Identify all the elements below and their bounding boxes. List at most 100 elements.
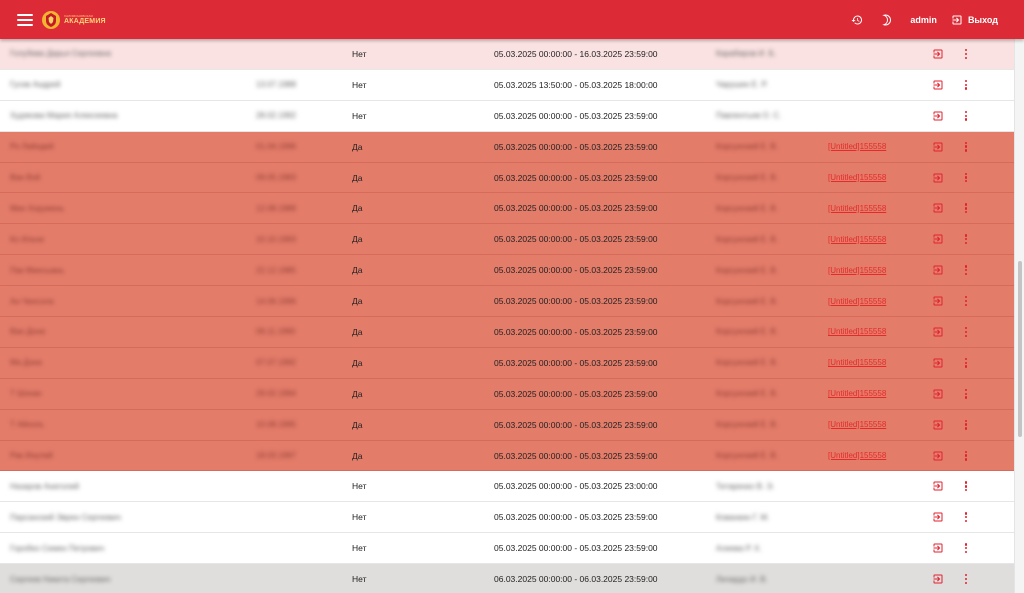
operator-name: Корсунский Е. В.	[716, 327, 778, 337]
document-link[interactable]: [Untitled]155558	[828, 420, 886, 429]
enter-icon[interactable]	[932, 264, 944, 276]
more-vert-icon[interactable]	[963, 326, 969, 338]
table-row[interactable]: Парсанский Эврен Сергеевич Нет 05.03.2025 …	[0, 502, 1014, 534]
visit-period: 05.03.2025 13:50:00 - 05.03.2025 18:00:0…	[494, 79, 658, 90]
enter-icon[interactable]	[932, 419, 944, 431]
student-name: Ко Ильчи	[10, 234, 45, 244]
table-row[interactable]: Ван Дона 09.11.1990 Да 05.03.2025 00:00:00 …	[0, 317, 1014, 348]
student-name: Ван Вэй	[10, 173, 41, 182]
enter-icon[interactable]	[932, 326, 944, 338]
visit-period: 05.03.2025 00:00:00 - 16.03.2025 23:59:0…	[494, 48, 658, 59]
logout-button[interactable]: Выход	[951, 14, 998, 26]
more-vert-icon[interactable]	[963, 357, 969, 369]
academy-logo[interactable]: ХАЛИМОНОВСКАЯ АКАДЕМИЯ	[41, 9, 106, 31]
table-row[interactable]: Сергеев Никита Сергеевич Нет 06.03.2025 00…	[0, 564, 1014, 593]
foreign-flag: Да	[352, 172, 363, 183]
enter-icon[interactable]	[932, 233, 944, 245]
foreign-flag: Да	[352, 265, 363, 276]
moon-icon[interactable]	[880, 13, 894, 27]
enter-icon[interactable]	[932, 450, 944, 462]
more-vert-icon[interactable]	[963, 480, 969, 492]
current-user[interactable]: admin	[910, 15, 937, 25]
more-vert-icon[interactable]	[963, 110, 969, 122]
more-vert-icon[interactable]	[963, 450, 969, 462]
student-name: Сергеев Никита Сергеевич	[10, 574, 111, 584]
table-row[interactable]: Т Айхоль 10.08.1995 Да 05.03.2025 00:00:00 …	[0, 409, 1014, 441]
document-link[interactable]: [Untitled]155558	[828, 389, 886, 398]
more-vert-icon[interactable]	[963, 419, 969, 431]
visit-period: 05.03.2025 00:00:00 - 05.03.2025 23:59:0…	[494, 265, 658, 276]
more-vert-icon[interactable]	[963, 573, 969, 585]
more-vert-icon[interactable]	[963, 542, 969, 554]
more-vert-icon[interactable]	[963, 202, 969, 214]
operator-name: Карабиров И. Б.	[716, 49, 777, 59]
visit-period: 05.03.2025 00:00:00 - 05.03.2025 23:59:0…	[494, 234, 658, 245]
document-link[interactable]: [Untitled]155558	[828, 327, 886, 336]
table-row[interactable]: Ма Дэна 07.07.1992 Да 05.03.2025 00:00:00 -…	[0, 347, 1014, 379]
operator-name: Корсунский Е. В.	[716, 296, 778, 306]
app-bar: ХАЛИМОНОВСКАЯ АКАДЕМИЯ admin Выход	[0, 0, 1024, 39]
table-row[interactable]: Ван Вэй 09.05.1983 Да 05.03.2025 00:00:00 -…	[0, 162, 1014, 194]
birth-date: 07.07.1992	[256, 358, 297, 368]
more-vert-icon[interactable]	[963, 233, 969, 245]
more-vert-icon[interactable]	[963, 48, 969, 60]
student-name: Горобко Семен Петрович	[10, 543, 105, 553]
enter-icon[interactable]	[932, 48, 944, 60]
enter-icon[interactable]	[932, 79, 944, 91]
table-row[interactable]: Ро Лайодей 01.04.1996 Да 05.03.2025 00:00:0…	[0, 131, 1014, 163]
document-link[interactable]: [Untitled]155558	[828, 266, 886, 275]
enter-icon[interactable]	[932, 573, 944, 585]
operator-name: Кованкин Г. М.	[716, 512, 770, 522]
more-vert-icon[interactable]	[963, 79, 969, 91]
document-link[interactable]: [Untitled]155558	[828, 173, 886, 182]
foreign-flag: Нет	[352, 543, 367, 554]
visit-period: 05.03.2025 00:00:00 - 05.03.2025 23:59:0…	[494, 172, 658, 183]
visit-period: 05.03.2025 00:00:00 - 05.03.2025 23:59:0…	[494, 326, 658, 337]
enter-icon[interactable]	[932, 172, 944, 184]
table-row[interactable]: Гусев Андрей 13.07.1988 Нет 05.03.2025 13:5…	[0, 70, 1014, 101]
enter-icon[interactable]	[932, 202, 944, 214]
more-vert-icon[interactable]	[963, 388, 969, 400]
enter-icon[interactable]	[932, 388, 944, 400]
enter-icon[interactable]	[932, 511, 944, 523]
document-link[interactable]: [Untitled]155558	[828, 204, 886, 213]
enter-icon[interactable]	[932, 295, 944, 307]
enter-icon[interactable]	[932, 357, 944, 369]
student-name: Парсанский Эврен Сергеевич	[10, 512, 121, 522]
more-vert-icon[interactable]	[963, 264, 969, 276]
student-name: Рак Инулай	[10, 451, 53, 461]
enter-icon[interactable]	[932, 480, 944, 492]
hamburger-menu-icon[interactable]	[17, 13, 33, 26]
table-row[interactable]: Худякова Мария Алексеевна 28.02.1992 Нет 05…	[0, 101, 1014, 132]
student-name: Ван Дона	[10, 327, 46, 337]
more-vert-icon[interactable]	[963, 295, 969, 307]
document-link[interactable]: [Untitled]155558	[828, 142, 886, 151]
student-name: Т Айхоль	[10, 420, 44, 430]
enter-icon[interactable]	[932, 110, 944, 122]
document-link[interactable]: [Untitled]155558	[828, 235, 886, 244]
table-row[interactable]: Пак Минсыань 22.12.1985 Да 05.03.2025 00:00…	[0, 255, 1014, 287]
enter-icon[interactable]	[932, 542, 944, 554]
table-row[interactable]: Ан Чинсола 14.06.1996 Да 05.03.2025 00:00:0…	[0, 286, 1014, 318]
document-link[interactable]: [Untitled]155558	[828, 451, 886, 460]
vertical-scrollbar[interactable]	[1014, 39, 1024, 593]
table-row[interactable]: Ко Ильчи 10.10.1993 Да 05.03.2025 00:00:00 …	[0, 224, 1014, 256]
table-row[interactable]: Рак Инулай 18.03.1997 Да 05.03.2025 00:00:0…	[0, 440, 1014, 472]
document-link[interactable]: [Untitled]155558	[828, 297, 886, 306]
table-row[interactable]: Горобко Семен Петрович Нет 05.03.2025 00:0…	[0, 533, 1014, 565]
operator-name: Корсунский Е. В.	[716, 389, 778, 399]
more-vert-icon[interactable]	[963, 511, 969, 523]
table-row[interactable]: Мин Хоружень 12.08.1989 Да 05.03.2025 00:00…	[0, 193, 1014, 225]
scrollbar-thumb[interactable]	[1018, 261, 1022, 437]
table-row[interactable]: Т Шохан 29.02.1994 Да 05.03.2025 00:00:00 -…	[0, 378, 1014, 410]
table-row[interactable]: Голубева Дарья Сергеевна Нет 05.03.2025 00…	[0, 39, 1014, 70]
enter-icon[interactable]	[932, 141, 944, 153]
more-vert-icon[interactable]	[963, 172, 969, 184]
more-vert-icon[interactable]	[963, 141, 969, 153]
document-link[interactable]: [Untitled]155558	[828, 358, 886, 367]
table-row[interactable]: Назаров Анатолий Нет 05.03.2025 00:00:00 -…	[0, 471, 1014, 503]
logout-label: Выход	[967, 14, 998, 25]
operator-name: Корсунский Е. В.	[716, 451, 778, 461]
history-icon[interactable]	[850, 13, 864, 27]
operator-name: Корсунский Е. В.	[716, 265, 778, 275]
